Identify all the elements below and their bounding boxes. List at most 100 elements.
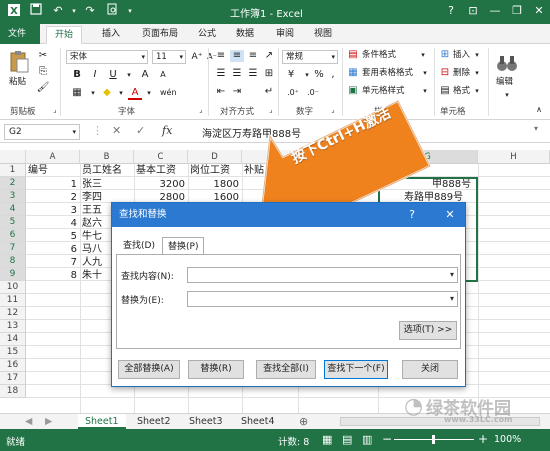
tab-page-layout[interactable]: 页面布局: [134, 26, 186, 44]
insert-cells-icon[interactable]: ⊞: [438, 49, 452, 61]
column-header[interactable]: B: [80, 150, 134, 164]
align-right-icon[interactable]: ☰: [246, 68, 260, 80]
customize-qa-icon[interactable]: ▾: [122, 3, 138, 19]
cancel-entry-icon[interactable]: ✕: [112, 124, 121, 137]
confirm-entry-icon[interactable]: ✓: [136, 124, 145, 137]
cell-id[interactable]: 2: [26, 191, 80, 204]
orientation-icon[interactable]: ↗: [262, 50, 276, 62]
increase-decimal-icon[interactable]: .0⁺: [286, 87, 300, 99]
replace-all-button[interactable]: 全部替换(A): [118, 360, 180, 379]
cell-id[interactable]: 5: [26, 230, 80, 243]
tab-data[interactable]: 数据: [228, 26, 262, 44]
align-bottom-icon[interactable]: ≡: [246, 50, 260, 62]
insert-function-icon[interactable]: fx: [162, 124, 172, 137]
table-format-button[interactable]: 套用表格格式: [362, 67, 413, 79]
tab-file[interactable]: 文件: [0, 24, 40, 44]
number-launcher-icon[interactable]: ⌟: [326, 104, 340, 116]
cell-id[interactable]: 6: [26, 243, 80, 256]
underline-button[interactable]: U: [106, 69, 120, 81]
phonetic-icon[interactable]: wén: [160, 87, 177, 99]
cell-id[interactable]: 4: [26, 217, 80, 230]
prev-sheet-icon[interactable]: ◀: [18, 414, 39, 429]
increase-font-icon[interactable]: A⁺: [190, 51, 204, 63]
currency-icon[interactable]: ¥: [284, 69, 298, 81]
font-size-select[interactable]: 11 ▾: [152, 50, 186, 64]
next-sheet-icon[interactable]: ▶: [38, 414, 59, 429]
row-header[interactable]: 1: [0, 164, 26, 177]
delete-dropdown-icon[interactable]: ▾: [470, 67, 484, 79]
tab-insert[interactable]: 插入: [94, 26, 128, 44]
underline-dropdown-icon[interactable]: ▾: [122, 69, 136, 81]
row-header[interactable]: 2: [0, 177, 26, 190]
column-header[interactable]: C: [134, 150, 188, 164]
sheet-tab-1[interactable]: Sheet1: [78, 414, 126, 429]
undo-icon[interactable]: ↶: [50, 3, 66, 19]
italic-button[interactable]: I: [88, 69, 102, 81]
merge-center-icon[interactable]: ⊞: [262, 68, 276, 80]
border-icon[interactable]: ▦: [70, 87, 84, 99]
column-header[interactable]: G: [378, 150, 478, 164]
format-painter-icon[interactable]: 🖌: [36, 82, 50, 94]
find-next-button[interactable]: 查找下一个(F): [324, 360, 388, 379]
select-all-corner[interactable]: [0, 150, 26, 164]
cell-id[interactable]: 7: [26, 256, 80, 269]
cell-post-salary[interactable]: 1800: [188, 178, 242, 191]
help-button[interactable]: ?: [440, 2, 462, 20]
cell-style-icon[interactable]: ▣: [346, 85, 360, 97]
undo-dropdown-icon[interactable]: ▾: [66, 3, 82, 19]
alignment-launcher-icon[interactable]: ⌟: [264, 104, 278, 116]
row-header[interactable]: 4: [0, 203, 26, 216]
insert-dropdown-icon[interactable]: ▾: [470, 49, 484, 61]
normal-view-icon[interactable]: ▦: [322, 433, 332, 446]
align-center-icon[interactable]: ☰: [230, 68, 244, 80]
editing-dropdown-icon[interactable]: ▾: [500, 89, 514, 101]
sheet-tab-3[interactable]: Sheet3: [182, 414, 230, 429]
percent-button[interactable]: %: [312, 69, 326, 81]
tab-find[interactable]: 查找(D): [118, 237, 160, 255]
cell-header[interactable]: 基本工资: [136, 164, 176, 177]
cell-style-dropdown-icon[interactable]: ▾: [418, 85, 432, 97]
replace-button[interactable]: 替换(R): [188, 360, 244, 379]
fill-color-icon[interactable]: ◆: [100, 87, 114, 99]
page-layout-view-icon[interactable]: ▤: [342, 433, 352, 446]
format-cells-icon[interactable]: ▤: [438, 85, 452, 97]
ribbon-display-icon[interactable]: ⊡: [462, 2, 484, 20]
row-header[interactable]: 5: [0, 216, 26, 229]
delete-cells-button[interactable]: 删除: [453, 67, 470, 79]
cell-name[interactable]: 赵六: [82, 217, 102, 230]
cell-header[interactable]: 补贴: [244, 164, 264, 177]
cell-header[interactable]: 编号: [28, 164, 48, 177]
tab-replace[interactable]: 替换(P): [162, 237, 205, 255]
comma-button[interactable]: ,: [326, 69, 340, 81]
dialog-close-button[interactable]: ✕: [440, 203, 460, 227]
chevron-down-icon[interactable]: ▾: [450, 292, 454, 306]
copy-icon[interactable]: ⎘: [36, 66, 50, 78]
add-sheet-icon[interactable]: ⊕: [292, 414, 315, 429]
chevron-down-icon[interactable]: ▾: [450, 268, 454, 282]
row-header[interactable]: 8: [0, 255, 26, 268]
cell-header[interactable]: 员工姓名: [82, 164, 122, 177]
replace-with-input[interactable]: ▾: [187, 291, 458, 307]
font-increase-icon[interactable]: A: [138, 69, 152, 81]
paste-icon[interactable]: [8, 50, 30, 74]
row-header[interactable]: 9: [0, 268, 26, 281]
row-header[interactable]: 18: [0, 385, 26, 398]
row-header[interactable]: 7: [0, 242, 26, 255]
row-header[interactable]: 6: [0, 229, 26, 242]
table-format-icon[interactable]: ▦: [346, 67, 360, 79]
delete-cells-icon[interactable]: ⊟: [438, 67, 452, 79]
cell-id[interactable]: 8: [26, 269, 80, 282]
zoom-thumb[interactable]: [432, 435, 435, 444]
print-preview-icon[interactable]: [104, 3, 120, 19]
format-dropdown-icon[interactable]: ▾: [470, 85, 484, 97]
row-header[interactable]: 13: [0, 320, 26, 333]
row-header[interactable]: 10: [0, 281, 26, 294]
formula-input[interactable]: 海淀区万寿路甲888号: [202, 125, 301, 140]
name-box[interactable]: G2 ▾: [4, 124, 80, 140]
border-dropdown-icon[interactable]: ▾: [86, 87, 100, 99]
restore-button[interactable]: ❐: [506, 2, 528, 20]
cell-name[interactable]: 马八: [82, 243, 102, 256]
font-launcher-icon[interactable]: ⌟: [194, 104, 208, 116]
editing-button[interactable]: 编辑: [496, 76, 513, 88]
wrap-text-icon[interactable]: ↵: [262, 86, 276, 98]
